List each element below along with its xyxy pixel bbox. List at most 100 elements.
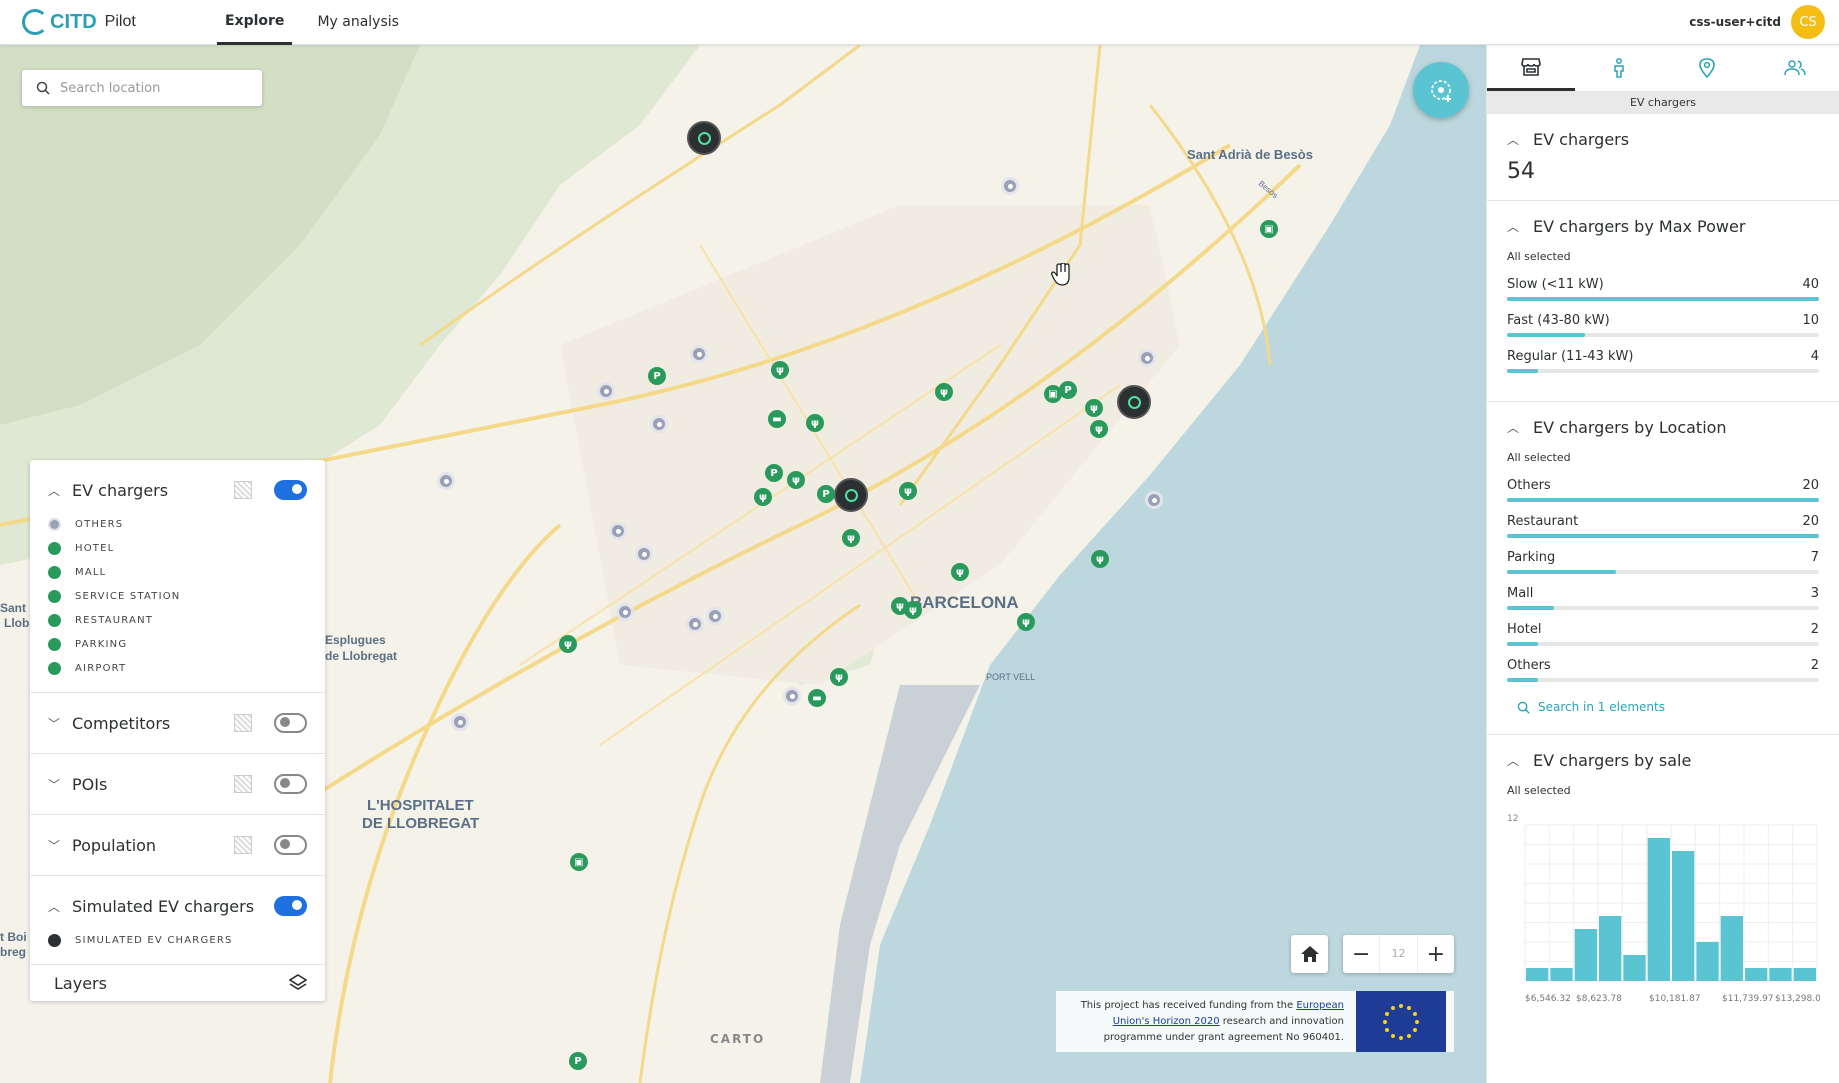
charger-marker-others[interactable] [609, 522, 627, 540]
tab-location[interactable] [1663, 45, 1751, 91]
chevron-up-icon[interactable]: ︿ [48, 898, 72, 915]
population-toggle[interactable] [274, 835, 307, 855]
app-logo[interactable]: CITD Pilot [22, 9, 217, 35]
charger-marker-mall[interactable]: ▣ [1260, 220, 1278, 238]
histogram-bar[interactable] [1793, 968, 1816, 981]
chevron-down-icon[interactable]: ﹀ [48, 776, 72, 793]
charger-marker-others[interactable] [690, 345, 708, 363]
category-row[interactable]: Parking 7 [1507, 550, 1819, 574]
charger-marker-restaurant[interactable]: ψ [771, 361, 789, 379]
home-button[interactable] [1291, 935, 1328, 973]
layers-toggle[interactable]: Layers [30, 965, 325, 1001]
category-row[interactable]: Fast (43-80 kW) 10 [1507, 313, 1819, 337]
charger-marker-restaurant[interactable]: ψ [806, 414, 824, 432]
charger-marker-others[interactable] [686, 615, 704, 633]
map-label-sant-left-2: Llob [4, 616, 30, 630]
histogram-bar[interactable] [1623, 955, 1646, 981]
histogram-bar[interactable] [1574, 929, 1597, 981]
chevron-down-icon[interactable]: ﹀ [48, 837, 72, 854]
search-input[interactable] [60, 80, 250, 96]
pattern-icon[interactable] [234, 836, 252, 854]
histogram-bar[interactable] [1720, 916, 1743, 981]
add-simulation-button[interactable] [1413, 62, 1469, 118]
histogram-bar[interactable] [1745, 968, 1768, 981]
category-row[interactable]: Hotel 2 [1507, 622, 1819, 646]
chevron-up-icon[interactable]: ︿ [48, 482, 72, 499]
avatar[interactable]: CS [1791, 5, 1825, 39]
chevron-up-icon[interactable]: ︿ [1507, 131, 1533, 148]
location-search[interactable] [22, 70, 262, 106]
charger-marker-others[interactable] [597, 382, 615, 400]
pattern-icon[interactable] [234, 714, 252, 732]
charger-marker-parking[interactable]: P [765, 464, 783, 482]
tab-people[interactable] [1751, 45, 1839, 91]
category-row[interactable]: Others 2 [1507, 658, 1819, 682]
histogram-bar[interactable] [1550, 968, 1573, 981]
chevron-up-icon[interactable]: ︿ [1507, 218, 1533, 235]
pattern-icon[interactable] [234, 481, 252, 499]
charger-marker-parking[interactable]: P [817, 485, 835, 503]
charger-marker-others[interactable] [706, 607, 724, 625]
pattern-icon[interactable] [234, 775, 252, 793]
charger-marker-hotel[interactable]: ▬ [808, 689, 826, 707]
charger-marker-restaurant[interactable]: ψ [754, 488, 772, 506]
simulated-charger-marker[interactable] [687, 121, 721, 155]
tab-store[interactable] [1487, 45, 1575, 91]
charger-marker-others[interactable] [1001, 177, 1019, 195]
charger-marker-parking[interactable]: P [648, 367, 666, 385]
charger-marker-restaurant[interactable]: ψ [830, 668, 848, 686]
histogram-bar[interactable] [1526, 968, 1549, 981]
charger-marker-restaurant[interactable]: ψ [559, 635, 577, 653]
charger-marker-restaurant[interactable]: ψ [935, 383, 953, 401]
charger-marker-restaurant[interactable]: ψ [951, 563, 969, 581]
ev-chargers-toggle[interactable] [274, 480, 307, 500]
histogram-bar[interactable] [1599, 916, 1622, 981]
category-row[interactable]: Mall 3 [1507, 586, 1819, 610]
category-row[interactable]: Others 20 [1507, 478, 1819, 502]
chevron-down-icon[interactable]: ﹀ [48, 715, 72, 732]
charger-marker-restaurant[interactable]: ψ [899, 482, 917, 500]
competitors-toggle[interactable] [274, 713, 307, 733]
tab-my-analysis[interactable]: My analysis [309, 0, 407, 45]
charger-marker-others[interactable] [451, 713, 469, 731]
zoom-out-button[interactable]: − [1343, 942, 1379, 967]
top-bar: CITD Pilot Explore My analysis css-user+… [0, 0, 1839, 45]
charger-marker-parking[interactable]: P [1059, 381, 1077, 399]
category-value: 10 [1802, 313, 1819, 328]
chevron-up-icon[interactable]: ︿ [1507, 752, 1533, 769]
tab-explore[interactable]: Explore [217, 0, 293, 45]
charger-marker-restaurant[interactable]: ψ [842, 529, 860, 547]
category-row[interactable]: Regular (11-43 kW) 4 [1507, 349, 1819, 373]
charger-marker-restaurant[interactable]: ψ [1091, 550, 1109, 568]
search-elements-link[interactable]: Search in 1 elements [1517, 700, 1819, 714]
simulated-charger-marker[interactable] [834, 478, 868, 512]
category-row[interactable]: Slow (<11 kW) 40 [1507, 277, 1819, 301]
user-menu[interactable]: css-user+citd CS [1689, 5, 1825, 39]
charger-marker-others[interactable] [1138, 349, 1156, 367]
charger-marker-restaurant[interactable]: ψ [904, 601, 922, 619]
charger-marker-restaurant[interactable]: ψ [1017, 613, 1035, 631]
charger-marker-parking[interactable]: P [569, 1052, 587, 1070]
charger-marker-others[interactable] [635, 545, 653, 563]
charger-marker-restaurant[interactable]: ψ [1085, 399, 1103, 417]
histogram-bar[interactable] [1769, 968, 1792, 981]
category-row[interactable]: Restaurant 20 [1507, 514, 1819, 538]
zoom-in-button[interactable]: + [1418, 942, 1454, 967]
charger-marker-others[interactable] [437, 472, 455, 490]
pois-toggle[interactable] [274, 774, 307, 794]
histogram-bar[interactable] [1696, 942, 1719, 981]
charger-marker-others[interactable] [1145, 491, 1163, 509]
charger-marker-hotel[interactable]: ▬ [768, 410, 786, 428]
charger-marker-others[interactable] [783, 687, 801, 705]
tab-person[interactable] [1575, 45, 1663, 91]
charger-marker-others[interactable] [650, 415, 668, 433]
histogram-bar[interactable] [1672, 851, 1695, 981]
simulated-charger-marker[interactable] [1117, 385, 1151, 419]
charger-marker-others[interactable] [616, 603, 634, 621]
charger-marker-restaurant[interactable]: ψ [787, 471, 805, 489]
chevron-up-icon[interactable]: ︿ [1507, 419, 1533, 436]
charger-marker-restaurant[interactable]: ψ [1090, 420, 1108, 438]
simulated-toggle[interactable] [274, 896, 307, 916]
histogram-bar[interactable] [1647, 838, 1670, 981]
charger-marker-mall[interactable]: ▣ [570, 853, 588, 871]
